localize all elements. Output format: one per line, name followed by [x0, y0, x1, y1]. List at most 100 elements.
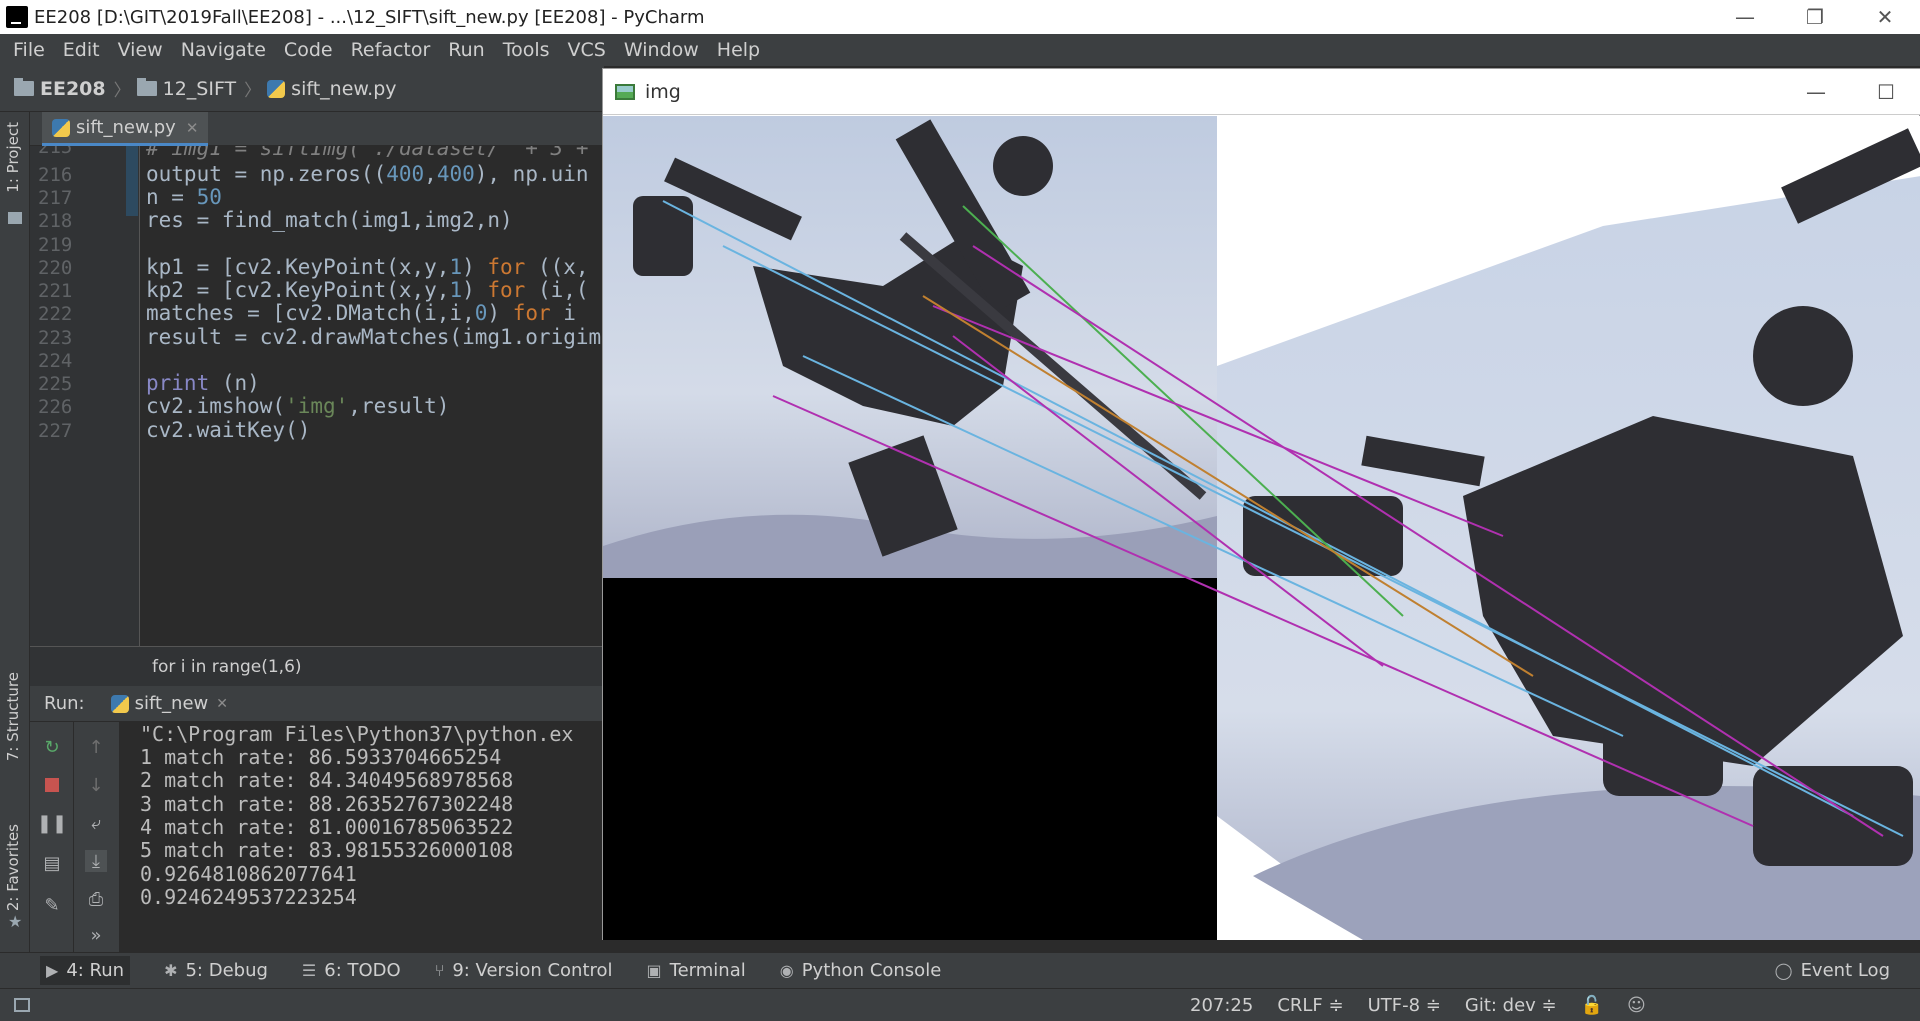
tool-python-console[interactable]: ◉ Python Console — [780, 960, 942, 981]
line-gutter: 215 216 217 218 219 220 221 222 223 224 … — [30, 146, 140, 646]
menu-window[interactable]: Window — [615, 39, 708, 61]
menu-help[interactable]: Help — [708, 39, 769, 61]
branch-icon: ⑂ — [434, 961, 445, 980]
file-encoding[interactable]: UTF-8 ≑ — [1368, 995, 1441, 1016]
match-result-image — [603, 116, 1920, 940]
tool-todo[interactable]: ☰ 6: TODO — [302, 960, 401, 981]
line-number: 226 — [38, 396, 73, 418]
menu-navigate[interactable]: Navigate — [172, 39, 275, 61]
line-number: 225 — [38, 373, 73, 395]
cursor-position[interactable]: 207:25 — [1190, 995, 1253, 1016]
project-folder-icon — [8, 212, 22, 224]
line-number: 218 — [38, 210, 73, 232]
image-window-title: img — [645, 80, 681, 103]
menu-file[interactable]: File — [4, 39, 54, 61]
code-editor[interactable]: 215 216 217 218 219 220 221 222 223 224 … — [30, 146, 604, 646]
breadcrumb-project[interactable]: EE208 — [14, 78, 106, 100]
close-tab-icon[interactable]: ✕ — [186, 119, 199, 137]
soft-wrap-icon[interactable]: ⤶ — [85, 812, 107, 834]
console-line: "C:\Program Files\Python37\python.ex — [140, 722, 574, 746]
window-title: EE208 [D:\GIT\2019Fall\EE208] - ...\12_S… — [34, 6, 705, 28]
line-number: 217 — [38, 187, 73, 209]
match-visualization — [603, 116, 1920, 940]
pause-icon[interactable]: ❚❚ — [37, 812, 67, 834]
breadcrumb-file[interactable]: sift_new.py — [267, 78, 397, 100]
breadcrumb: EE208 〉 12_SIFT 〉 sift_new.py — [0, 66, 604, 112]
minimize-button[interactable]: — — [1710, 0, 1780, 34]
pin-icon[interactable]: ✎ — [41, 894, 63, 916]
image-maximize-button[interactable]: ☐ — [1851, 69, 1920, 115]
line-number: 223 — [38, 327, 73, 349]
breadcrumb-hint[interactable]: for i in range(1,6) — [30, 646, 604, 686]
menu-view[interactable]: View — [109, 39, 172, 61]
console-line: 2 match rate: 84.34049568978568 — [140, 768, 514, 792]
tool-window-bar: ▶ 4: Run ✱ 5: Debug ☰ 6: TODO ⑂ 9: Version C… — [0, 952, 1920, 988]
breadcrumb-folder[interactable]: 12_SIFT — [136, 77, 237, 100]
lock-icon[interactable]: 🔓 — [1581, 995, 1603, 1016]
tool-run[interactable]: ▶ 4: Run — [40, 956, 131, 985]
favorites-tool-tab[interactable]: 2: Favorites — [4, 824, 22, 911]
run-label: Run: — [44, 693, 85, 714]
event-log-icon: ◯ — [1774, 961, 1793, 980]
run-console[interactable]: "C:\Program Files\Python37\python.ex 1 m… — [120, 722, 604, 952]
change-marker — [126, 146, 138, 216]
image-minimize-button[interactable]: — — [1781, 69, 1851, 115]
tool-event-log-label: Event Log — [1800, 960, 1890, 981]
code-line: result = cv2.drawMatches(img1.origim — [146, 325, 602, 349]
left-tool-strip: 1: Project 7: Structure 2: Favorites ★ — [0, 112, 30, 952]
scroll-to-end-icon[interactable]: ⤓ — [85, 850, 107, 872]
close-button[interactable]: ✕ — [1850, 0, 1920, 34]
git-branch[interactable]: Git: dev ≑ — [1465, 995, 1557, 1016]
line-separator[interactable]: CRLF ≑ — [1277, 995, 1343, 1016]
image-window-titlebar: img — ☐ — [603, 69, 1920, 115]
rerun-icon[interactable]: ↻ — [41, 736, 63, 758]
code-line: # img1 = siftImg('./dataset/' + 3 + — [146, 146, 589, 160]
line-number: 224 — [38, 350, 73, 372]
layout-icon[interactable]: ▤ — [41, 852, 63, 874]
stop-icon[interactable] — [41, 774, 63, 796]
tool-terminal[interactable]: ▣ Terminal — [647, 960, 746, 981]
breadcrumb-project-label: EE208 — [40, 77, 106, 100]
menu-refactor[interactable]: Refactor — [342, 39, 440, 61]
star-icon: ★ — [8, 912, 23, 931]
menu-run[interactable]: Run — [439, 39, 493, 61]
menu-edit[interactable]: Edit — [54, 39, 109, 61]
code-line: res = find_match(img1,img2,n) — [146, 208, 513, 232]
run-tab[interactable]: sift_new ✕ — [110, 693, 228, 714]
up-arrow-icon[interactable]: ↑ — [85, 736, 107, 758]
menu-bar: File Edit View Navigate Code Refactor Ru… — [0, 34, 1920, 66]
line-number: 222 — [38, 303, 73, 325]
breadcrumb-folder-label: 12_SIFT — [162, 77, 237, 100]
tool-debug[interactable]: ✱ 5: Debug — [164, 960, 268, 981]
menu-vcs[interactable]: VCS — [559, 39, 615, 61]
console-line: 0.9264810862077641 — [140, 862, 357, 886]
code-line: n = 50 — [146, 185, 222, 209]
project-tool-tab[interactable]: 1: Project — [4, 122, 22, 193]
run-toolbar-secondary: ↑ ↓ ⤶ ⤓ ⎙ » — [74, 722, 120, 952]
run-panel-header: Run: sift_new ✕ — [30, 686, 604, 722]
panel-toggle-icon[interactable] — [14, 998, 30, 1012]
more-icon[interactable]: » — [85, 924, 107, 946]
status-bar: 207:25 CRLF ≑ UTF-8 ≑ Git: dev ≑ 🔓 ☺ — [0, 988, 1920, 1021]
editor-tab-sift-new[interactable]: sift_new.py ✕ — [42, 112, 209, 146]
inspector-icon[interactable]: ☺ — [1627, 995, 1646, 1016]
tool-version-control[interactable]: ⑂ 9: Version Control — [435, 960, 613, 981]
code-line: output = np.zeros((400,400), np.uin — [146, 162, 589, 186]
tool-event-log[interactable]: ◯ Event Log — [1775, 960, 1890, 981]
console-line: 0.9246249537223254 — [140, 885, 357, 909]
restore-button[interactable]: ❐ — [1780, 0, 1850, 34]
down-arrow-icon[interactable]: ↓ — [85, 774, 107, 796]
close-tab-icon[interactable]: ✕ — [216, 696, 228, 712]
terminal-icon: ▣ — [646, 961, 662, 980]
tool-vcs-label: 9: Version Control — [452, 960, 613, 981]
print-icon[interactable]: ⎙ — [85, 888, 107, 910]
image-window[interactable]: img — ☐ — [602, 68, 1920, 940]
editor-tab-label: sift_new.py — [76, 117, 176, 138]
code-line: cv2.waitKey() — [146, 418, 311, 442]
python-file-icon — [52, 118, 70, 137]
line-number: 215 — [38, 146, 73, 158]
menu-code[interactable]: Code — [275, 39, 342, 61]
menu-tools[interactable]: Tools — [494, 39, 559, 61]
console-line: 1 match rate: 86.5933704665254 — [140, 745, 502, 769]
structure-tool-tab[interactable]: 7: Structure — [4, 672, 22, 761]
